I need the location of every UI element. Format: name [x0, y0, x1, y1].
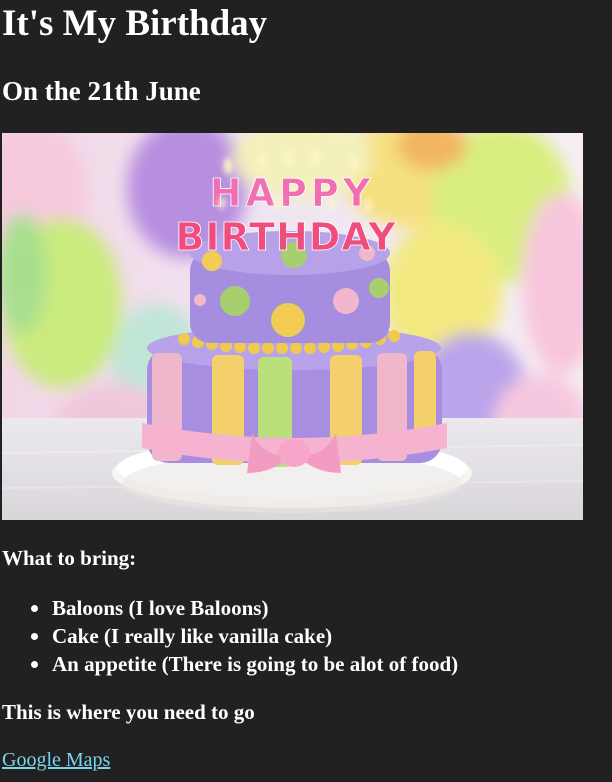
page-title: It's My Birthday — [2, 3, 268, 44]
page-subtitle: On the 21th June — [2, 76, 201, 106]
cake-topper-birthday: BIRTHDAY — [175, 215, 396, 259]
bullet-icon — [31, 633, 38, 640]
list-item: Cake (I really like vanilla cake) — [31, 622, 458, 650]
list-item-text: Baloons (I love Baloons) — [52, 596, 269, 620]
cake-topper-happy: HAPPY — [210, 171, 374, 215]
birthday-cake-image: HAPPY BIRTHDAY — [2, 133, 583, 520]
list-item-text: An appetite (There is going to be alot o… — [52, 652, 459, 676]
what-to-bring-heading: What to bring: — [2, 546, 137, 570]
google-maps-link[interactable]: Google Maps — [2, 747, 110, 773]
list-item-text: Cake (I really like vanilla cake) — [52, 624, 333, 648]
bullet-icon — [31, 661, 38, 668]
list-item: An appetite (There is going to be alot o… — [31, 650, 459, 678]
bullet-icon — [31, 605, 38, 612]
location-heading: This is where you need to go — [2, 700, 255, 724]
bring-list: Baloons (I love Baloons) Cake (I really … — [2, 594, 458, 678]
list-item: Baloons (I love Baloons) — [31, 594, 458, 622]
